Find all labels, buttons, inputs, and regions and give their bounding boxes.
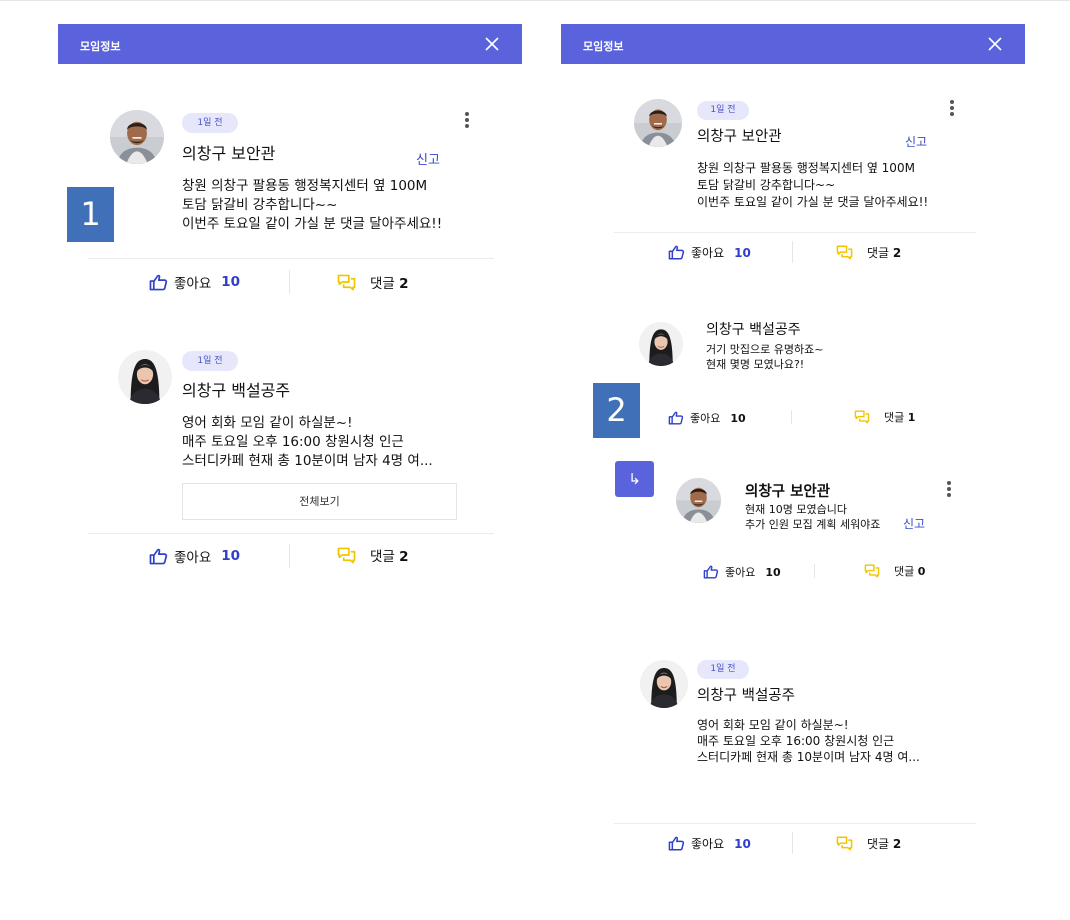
like-label: 좋아요	[725, 566, 756, 579]
more-vertical-icon[interactable]	[950, 100, 954, 118]
comment-button[interactable]: 댓글 2	[836, 835, 901, 852]
comment-button[interactable]: 댓글 0	[864, 563, 925, 579]
action-separator	[289, 270, 290, 294]
replier-name: 의창구 보안관	[745, 484, 831, 500]
comment-button[interactable]: 댓글 1	[854, 409, 915, 425]
comment-count: 2	[892, 246, 902, 260]
time-badge: 1일 전	[697, 101, 749, 120]
comment-button[interactable]: 댓글 2	[337, 545, 409, 565]
author-name: 의창구 백설공주	[182, 381, 291, 400]
comment-label: 댓글	[884, 411, 905, 424]
comment-count: 0	[917, 565, 926, 578]
time-badge: 1일 전	[182, 351, 238, 371]
comment-count: 2	[399, 276, 409, 292]
commenter-avatar	[639, 322, 683, 366]
author-avatar	[634, 99, 682, 147]
like-count: 10	[730, 411, 746, 425]
annotation-marker-1: 1	[67, 187, 114, 242]
like-button[interactable]: 좋아요 10	[668, 835, 751, 852]
like-count: 10	[221, 548, 241, 564]
comment-label: 댓글	[894, 565, 915, 578]
comment-label: 댓글	[370, 549, 395, 565]
like-label: 좋아요	[691, 246, 725, 260]
reply-text: 현재 10명 모였습니다 추가 인원 모집 계획 세워야죠	[745, 503, 881, 531]
more-vertical-icon[interactable]	[947, 481, 951, 499]
divider	[88, 533, 494, 534]
like-count: 10	[221, 274, 241, 290]
report-link[interactable]: 신고	[905, 133, 927, 150]
like-count: 10	[734, 245, 751, 260]
like-label: 좋아요	[690, 412, 721, 425]
reply-arrow-icon[interactable]: ↳	[615, 461, 654, 497]
annotation-marker-2: 2	[593, 383, 640, 438]
comment-button[interactable]: 댓글 2	[836, 244, 901, 261]
action-separator	[792, 832, 793, 854]
author-name: 의창구 백설공주	[697, 688, 795, 704]
post-text: 영어 회화 모임 같이 하실분~! 매주 토요일 오후 16:00 창원시청 인…	[182, 415, 433, 469]
thumbs-up-icon	[149, 274, 168, 291]
thumbs-up-icon	[149, 548, 168, 565]
time-badge: 1일 전	[182, 113, 238, 133]
like-button[interactable]: 좋아요 10	[149, 272, 240, 292]
post-text: 창원 의창구 팔용동 행정복지센터 옆 100M 토담 닭갈비 강추합니다~~ …	[182, 178, 443, 232]
comment-label: 댓글	[370, 276, 395, 292]
author-name: 의창구 보안관	[697, 129, 782, 145]
author-name: 의창구 보안관	[182, 144, 276, 163]
panel-title: 모임정보	[583, 40, 624, 53]
commenter-name: 의창구 백설공주	[706, 322, 801, 338]
panel-header-right: 모임정보	[561, 24, 1025, 64]
comment-bubble-icon	[836, 836, 853, 851]
close-icon[interactable]	[987, 36, 1003, 52]
divider	[88, 258, 494, 259]
more-vertical-icon[interactable]	[465, 112, 469, 130]
action-separator	[289, 544, 290, 568]
close-icon[interactable]	[484, 36, 500, 52]
comment-button[interactable]: 댓글 2	[337, 272, 409, 292]
post-text: 창원 의창구 팔용동 행정복지센터 옆 100M 토담 닭갈비 강추합니다~~ …	[697, 161, 929, 209]
report-link[interactable]: 신고	[903, 515, 925, 532]
comment-bubble-icon	[337, 274, 356, 291]
see-all-button[interactable]: 전체보기	[182, 483, 457, 520]
action-separator	[814, 564, 815, 578]
comment-bubble-icon	[864, 564, 880, 578]
panel-header-left: 모임정보	[58, 24, 522, 64]
like-button[interactable]: 좋아요 10	[149, 546, 240, 566]
author-avatar	[110, 110, 164, 164]
comment-bubble-icon	[337, 547, 356, 564]
comment-text: 거기 맛집으로 유명하죠~ 현재 몇명 모였나요?!	[706, 343, 824, 371]
author-avatar	[640, 660, 688, 708]
comment-bubble-icon	[854, 410, 870, 424]
thumbs-up-icon	[668, 836, 685, 851]
time-badge: 1일 전	[697, 660, 749, 679]
comment-bubble-icon	[836, 245, 853, 260]
like-button[interactable]: 좋아요 10	[703, 564, 781, 580]
like-count: 10	[734, 836, 751, 851]
comment-count: 2	[399, 549, 409, 565]
comment-count: 1	[907, 411, 916, 424]
like-label: 좋아요	[691, 837, 725, 851]
report-link[interactable]: 신고	[416, 149, 440, 168]
like-count: 10	[765, 565, 781, 579]
like-button[interactable]: 좋아요 10	[668, 410, 746, 426]
thumbs-up-icon	[703, 565, 719, 579]
comment-label: 댓글	[867, 246, 890, 260]
divider	[614, 823, 976, 824]
replier-avatar	[676, 478, 721, 523]
panel-title: 모임정보	[80, 40, 121, 53]
like-button[interactable]: 좋아요 10	[668, 244, 751, 261]
comment-label: 댓글	[867, 837, 890, 851]
like-label: 좋아요	[174, 550, 212, 566]
action-separator	[792, 241, 793, 263]
thumbs-up-icon	[668, 411, 684, 425]
action-separator	[791, 410, 792, 424]
like-label: 좋아요	[174, 276, 212, 292]
post-text: 영어 회화 모임 같이 하실분~! 매주 토요일 오후 16:00 창원시청 인…	[697, 718, 920, 764]
author-avatar	[118, 350, 172, 404]
thumbs-up-icon	[668, 245, 685, 260]
comment-count: 2	[892, 837, 902, 851]
top-border	[0, 0, 1070, 1]
divider	[614, 232, 976, 233]
